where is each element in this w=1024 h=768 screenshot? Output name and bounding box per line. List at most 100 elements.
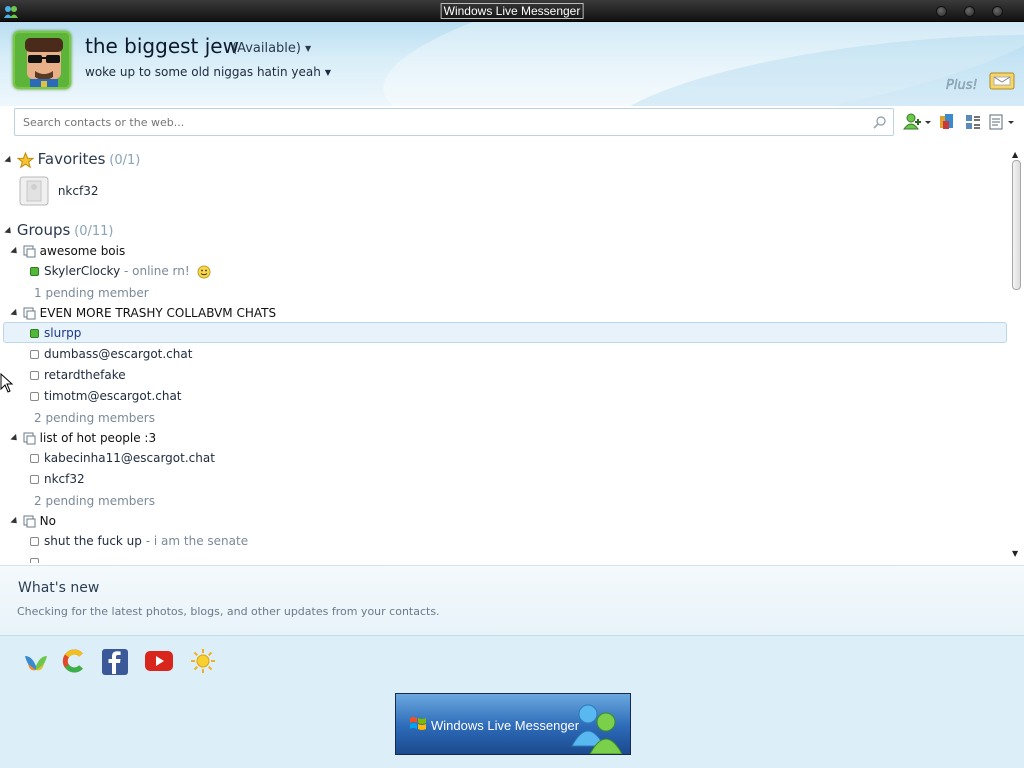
ad-text: Windows Live Messenger bbox=[431, 718, 580, 733]
favorites-header[interactable]: Favorites (0/1) bbox=[4, 150, 141, 169]
contact-row[interactable]: SkylerClocky - online rn! bbox=[30, 264, 211, 279]
smiley-emoticon-icon bbox=[197, 265, 211, 278]
search-bar bbox=[14, 108, 894, 136]
offline-status-icon bbox=[30, 558, 39, 563]
expand-arrow-icon[interactable] bbox=[10, 308, 20, 319]
contact-name: shut the fuck up bbox=[44, 534, 142, 548]
contact-name: retardthefake bbox=[44, 368, 126, 382]
contact-list: Favorites (0/1) nkcf32 Groups (0/11) awe… bbox=[0, 145, 1024, 563]
online-status-icon bbox=[30, 267, 39, 276]
contact-message: i am the senate bbox=[153, 534, 249, 548]
offline-status-icon bbox=[30, 371, 39, 380]
facebook-icon[interactable] bbox=[101, 648, 129, 676]
contact-row[interactable]: slurpp bbox=[30, 326, 81, 340]
expand-arrow-icon[interactable] bbox=[10, 246, 20, 257]
browser-c-icon[interactable] bbox=[61, 648, 87, 674]
personal-message-text: woke up to some old niggas hatin yeah bbox=[85, 65, 321, 79]
whats-new-title: What's new bbox=[18, 580, 100, 596]
inbox-icon[interactable] bbox=[988, 69, 1016, 91]
messenger-buddies-icon bbox=[571, 704, 623, 754]
ad-banner[interactable]: Windows Live Messenger bbox=[395, 693, 631, 755]
expand-arrow-icon[interactable] bbox=[4, 155, 14, 166]
contact-row[interactable]: dumbass@escargot.chat bbox=[30, 347, 192, 361]
add-contact-icon[interactable] bbox=[903, 113, 933, 131]
offline-status-icon bbox=[30, 454, 39, 463]
scroll-down-arrow-icon[interactable]: ▼ bbox=[1012, 549, 1018, 558]
group-name: No bbox=[39, 514, 56, 528]
contact-row[interactable]: timotm@escargot.chat bbox=[30, 389, 182, 403]
pending-members[interactable]: 1 pending member bbox=[34, 286, 149, 300]
avatar-picture-icon bbox=[15, 33, 69, 87]
group-header[interactable]: No bbox=[10, 514, 56, 528]
offline-status-icon bbox=[30, 475, 39, 484]
avatar[interactable] bbox=[13, 31, 71, 89]
groups-count: (0/11) bbox=[74, 224, 114, 239]
search-icon[interactable] bbox=[873, 115, 887, 129]
offline-status-icon bbox=[30, 350, 39, 359]
expand-arrow-icon[interactable] bbox=[10, 516, 20, 527]
group-name: EVEN MORE TRASHY COLLABVM CHATS bbox=[39, 306, 277, 320]
windows-flag-icon bbox=[410, 717, 426, 730]
title-bar: Windows Live Messenger bbox=[0, 0, 1024, 22]
window-title: Windows Live Messenger bbox=[440, 3, 584, 19]
status-label: (Available) bbox=[232, 41, 301, 56]
mouse-cursor-icon bbox=[0, 373, 14, 393]
offline-status-icon bbox=[30, 537, 39, 546]
favorites-title: Favorites bbox=[37, 150, 106, 168]
contact-name: SkylerClocky bbox=[44, 264, 121, 278]
favorites-count: (0/1) bbox=[109, 153, 141, 168]
contact-message: online rn! bbox=[132, 264, 190, 278]
group-icon bbox=[23, 515, 36, 528]
messenger-app-icon[interactable] bbox=[3, 3, 19, 19]
contact-avatar-icon bbox=[19, 176, 49, 206]
contact-name: nkcf32 bbox=[44, 472, 85, 486]
profile-header: the biggest jew (Available) ▼ woke up to … bbox=[0, 22, 1024, 106]
chevron-down-icon: ▼ bbox=[305, 44, 312, 53]
group-name: list of hot people :3 bbox=[39, 431, 157, 445]
offline-status-icon bbox=[30, 392, 39, 401]
contact-row[interactable]: kabecinha11@escargot.chat bbox=[30, 451, 215, 465]
online-status-icon bbox=[30, 329, 39, 338]
favorite-contact[interactable]: nkcf32 bbox=[19, 176, 98, 208]
whats-new-panel: What's new Checking for the latest photo… bbox=[0, 565, 1024, 635]
minimize-button[interactable] bbox=[936, 6, 947, 17]
maximize-button[interactable] bbox=[964, 6, 975, 17]
messenger-plus-logo-icon[interactable]: Plus! bbox=[945, 72, 983, 94]
contact-name: timotm@escargot.chat bbox=[44, 389, 182, 403]
plus-logo-text: Plus! bbox=[946, 78, 978, 93]
group-header[interactable]: list of hot people :3 bbox=[10, 431, 157, 445]
close-button[interactable] bbox=[992, 6, 1003, 17]
contact-row[interactable]: retardthefake bbox=[30, 368, 126, 382]
scrollbar-thumb[interactable] bbox=[1012, 160, 1021, 290]
chevron-down-icon: ▼ bbox=[324, 68, 331, 77]
search-input[interactable] bbox=[23, 114, 863, 131]
whats-new-text: Checking for the latest photos, blogs, a… bbox=[17, 605, 440, 618]
pending-members[interactable]: 2 pending members bbox=[34, 494, 155, 508]
contact-separator: - bbox=[141, 534, 154, 548]
group-icon bbox=[23, 432, 36, 445]
contact-row-partial[interactable] bbox=[30, 555, 44, 563]
expand-arrow-icon[interactable] bbox=[10, 433, 20, 444]
contact-name: kabecinha11@escargot.chat bbox=[44, 451, 215, 465]
youtube-icon[interactable] bbox=[144, 648, 174, 674]
display-name[interactable]: the biggest jew bbox=[85, 34, 239, 58]
pending-members[interactable]: 2 pending members bbox=[34, 411, 155, 425]
groups-title: Groups bbox=[16, 221, 71, 239]
contact-row[interactable]: nkcf32 bbox=[30, 472, 85, 486]
scroll-up-arrow-icon[interactable]: ▲ bbox=[1012, 150, 1018, 159]
group-header[interactable]: EVEN MORE TRASHY COLLABVM CHATS bbox=[10, 306, 277, 320]
games-icon[interactable] bbox=[938, 113, 956, 131]
show-menu-icon[interactable] bbox=[988, 113, 1018, 131]
contact-name: nkcf32 bbox=[57, 184, 99, 198]
personal-message[interactable]: woke up to some old niggas hatin yeah ▼ bbox=[85, 65, 331, 79]
sun-weather-icon[interactable] bbox=[190, 648, 216, 674]
group-header[interactable]: awesome bois bbox=[10, 244, 125, 258]
change-layout-icon[interactable] bbox=[964, 113, 982, 131]
contact-row[interactable]: shut the fuck up - i am the senate bbox=[30, 534, 248, 548]
expand-arrow-icon[interactable] bbox=[4, 226, 14, 237]
msn-butterfly-icon[interactable] bbox=[22, 648, 50, 676]
contact-name: dumbass@escargot.chat bbox=[44, 347, 193, 361]
status-dropdown[interactable]: (Available) ▼ bbox=[232, 41, 311, 56]
groups-header[interactable]: Groups (0/11) bbox=[4, 221, 114, 239]
group-icon bbox=[23, 245, 36, 258]
